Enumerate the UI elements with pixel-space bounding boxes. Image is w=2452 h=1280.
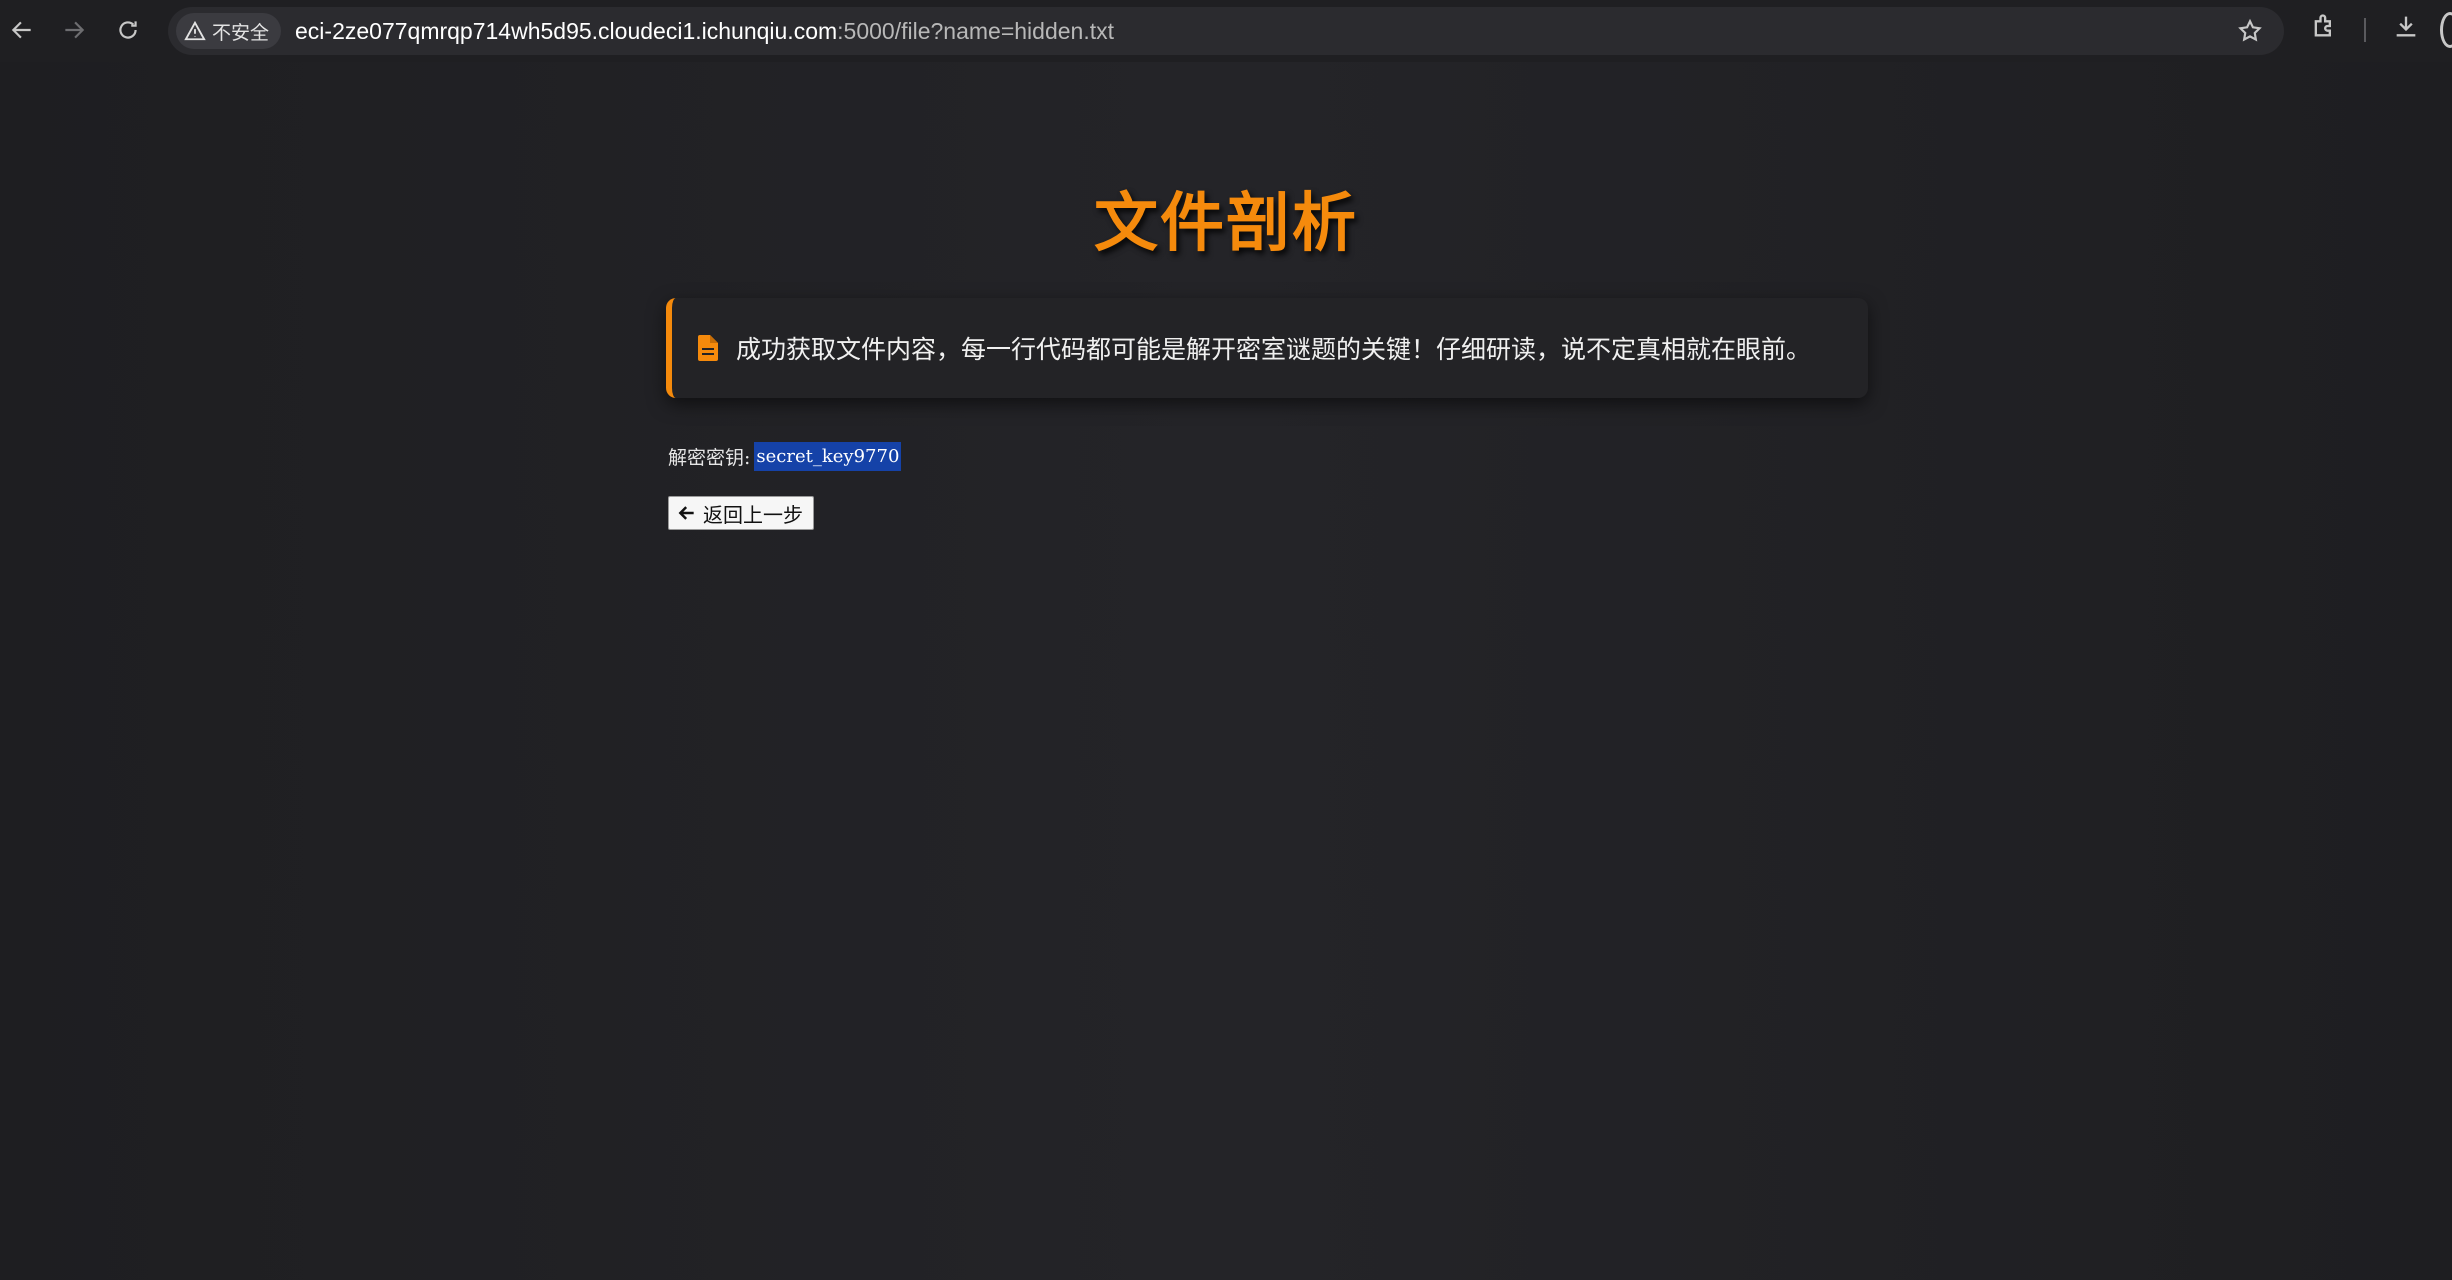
arrow-left-icon bbox=[678, 506, 694, 520]
security-chip[interactable]: 不安全 bbox=[176, 13, 282, 49]
notice-text: 成功获取文件内容，每一行代码都可能是解开密室谜题的关键！仔细研读，说不定真相就在… bbox=[736, 335, 1812, 364]
back-arrow-icon[interactable] bbox=[2, 10, 42, 50]
toolbar-separator bbox=[2364, 18, 2366, 42]
key-value[interactable]: secret_key9770 bbox=[754, 441, 902, 471]
page-viewport: 文件剖析 成功获取文件内容，每一行代码都可能是解开密室谜题的关键！仔细研读，说不… bbox=[0, 62, 2452, 1280]
page-title: 文件剖析 bbox=[1094, 187, 1358, 261]
address-bar[interactable]: 不安全 eci-2ze077qmrqp714wh5d95.cloudeci1.i… bbox=[168, 7, 2284, 55]
forward-arrow-icon[interactable] bbox=[54, 10, 94, 50]
key-label: 解密密钥: bbox=[668, 446, 751, 469]
url-host: eci-2ze077qmrqp714wh5d95.cloudeci1.ichun… bbox=[295, 17, 838, 44]
url-path: :5000/file?name=hidden.txt bbox=[837, 17, 1114, 44]
url-text[interactable]: eci-2ze077qmrqp714wh5d95.cloudeci1.ichun… bbox=[295, 18, 1114, 45]
back-button[interactable]: 返回上一步 bbox=[668, 496, 814, 530]
notice-box: 成功获取文件内容，每一行代码都可能是解开密室谜题的关键！仔细研读，说不定真相就在… bbox=[666, 298, 1868, 398]
download-icon[interactable] bbox=[2392, 12, 2420, 44]
file-icon bbox=[698, 335, 718, 361]
extensions-icon[interactable] bbox=[2310, 12, 2338, 44]
security-label: 不安全 bbox=[212, 21, 270, 44]
bookmark-star-icon[interactable] bbox=[2232, 13, 2268, 49]
warning-icon bbox=[184, 20, 206, 41]
back-button-label: 返回上一步 bbox=[703, 502, 803, 527]
reload-icon[interactable] bbox=[108, 10, 148, 50]
profile-icon[interactable] bbox=[2440, 12, 2452, 48]
key-row: 解密密钥: secret_key9770 bbox=[668, 438, 902, 474]
browser-toolbar: 不安全 eci-2ze077qmrqp714wh5d95.cloudeci1.i… bbox=[0, 0, 2452, 62]
